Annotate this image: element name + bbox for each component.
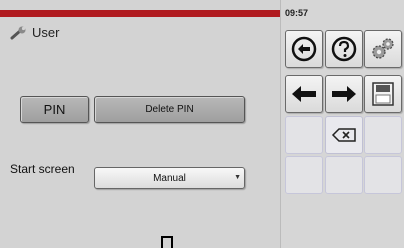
backspace-button[interactable] <box>325 116 363 154</box>
back-circle-icon <box>291 36 317 62</box>
settings-gears-icon <box>372 38 394 59</box>
empty-key <box>285 116 323 154</box>
backspace-icon <box>331 128 356 142</box>
pin-button[interactable]: PIN <box>20 96 89 123</box>
arrow-right-icon <box>332 86 356 102</box>
empty-key <box>364 116 402 154</box>
main-panel: User PIN Delete PIN Start screen Manual … <box>0 0 280 248</box>
start-screen-select[interactable]: Manual ▼ <box>94 167 245 189</box>
help-button[interactable] <box>325 30 363 68</box>
save-button[interactable] <box>364 75 402 113</box>
page-title-text: User <box>32 25 60 40</box>
settings-button[interactable] <box>364 30 402 68</box>
wrench-icon <box>10 26 26 39</box>
start-screen-value: Manual <box>153 172 186 184</box>
start-screen-label: Start screen <box>10 162 75 176</box>
empty-key <box>364 156 402 194</box>
empty-key <box>285 156 323 194</box>
arrow-left-button[interactable] <box>285 75 323 113</box>
empty-key <box>325 156 363 194</box>
save-icon <box>372 82 394 106</box>
back-button[interactable] <box>285 30 323 68</box>
arrow-left-icon <box>292 86 316 102</box>
page-title: User <box>10 25 59 40</box>
help-icon <box>331 36 357 62</box>
header-bar <box>0 10 280 17</box>
clock: 09:57 <box>285 8 309 18</box>
chevron-down-icon: ▼ <box>234 174 241 181</box>
app-screen: User PIN Delete PIN Start screen Manual … <box>0 0 404 248</box>
arrow-right-button[interactable] <box>325 75 363 113</box>
pointer-marker <box>161 236 173 248</box>
delete-pin-button[interactable]: Delete PIN <box>94 96 245 123</box>
